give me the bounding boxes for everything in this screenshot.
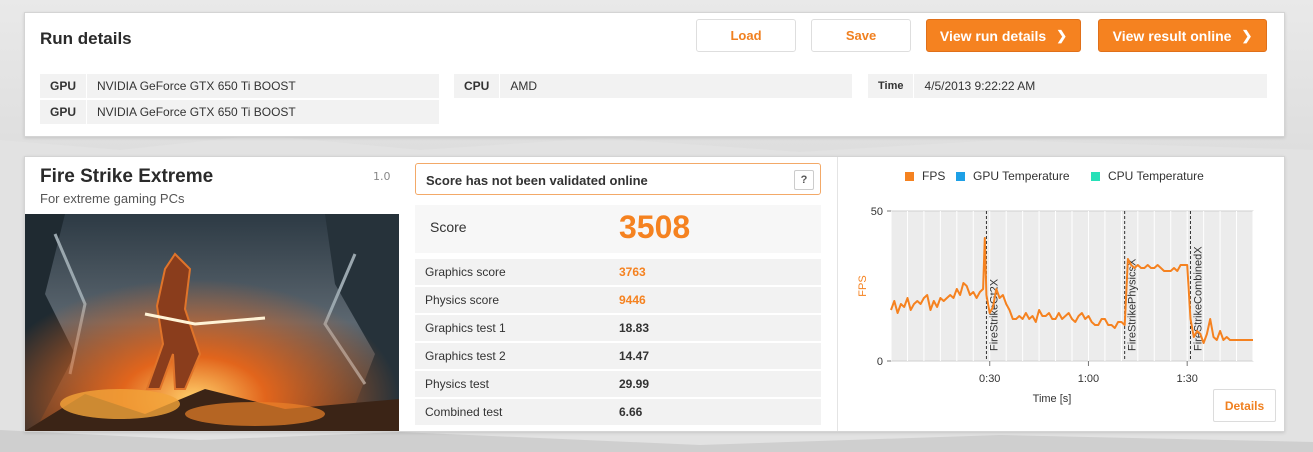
view-result-online-label: View result online <box>1112 27 1232 44</box>
y-tick-label: 50 <box>871 206 883 218</box>
gpu-label: GPU <box>40 100 88 124</box>
gpu-row: GPU NVIDIA GeForce GTX 650 Ti BOOST <box>40 100 439 124</box>
y-axis-label: FPS <box>857 275 869 296</box>
time-value: 4/5/2013 9:22:22 AM <box>924 79 1036 93</box>
y-tick-label: 0 <box>877 356 883 368</box>
x-tick-label: 1:30 <box>1176 373 1197 385</box>
cpu-value: AMD <box>510 79 538 93</box>
time-row: Time 4/5/2013 9:22:22 AM <box>868 74 1267 98</box>
phase-marker-label: FireStrikeGt2X <box>988 278 1000 351</box>
phase-marker-label: FireStrikePhysicsX <box>1127 258 1139 351</box>
time-label: Time <box>868 74 915 98</box>
run-details-panel: Run details Load Save View run details ❯… <box>24 12 1285 137</box>
gpu-label: GPU <box>40 74 88 98</box>
cpu-label: CPU <box>454 74 501 98</box>
gpu-value: NVIDIA GeForce GTX 650 Ti BOOST <box>97 79 296 93</box>
x-tick-label: 1:00 <box>1078 373 1099 385</box>
view-result-online-button[interactable]: View result online ❯ <box>1098 19 1267 52</box>
gpu-row: GPU NVIDIA GeForce GTX 650 Ti BOOST <box>40 74 439 98</box>
view-run-details-button[interactable]: View run details ❯ <box>926 19 1081 52</box>
run-details-title: Run details <box>40 29 132 48</box>
chevron-right-icon: ❯ <box>1056 27 1068 43</box>
chevron-right-icon: ❯ <box>1241 27 1253 43</box>
x-axis-label: Time [s] <box>1033 393 1072 405</box>
cpu-row: CPU AMD <box>454 74 852 98</box>
gpu-value: NVIDIA GeForce GTX 650 Ti BOOST <box>97 105 296 119</box>
details-button[interactable]: Details <box>1213 389 1276 422</box>
load-button[interactable]: Load <box>696 19 796 52</box>
view-run-details-label: View run details <box>939 27 1047 44</box>
test-result-panel: Fire Strike Extreme For extreme gaming P… <box>24 156 1285 432</box>
save-button[interactable]: Save <box>811 19 911 52</box>
x-tick-label: 0:30 <box>979 373 1000 385</box>
fps-chart-svg: 0 50 0:30 1:00 1:30 Time [s] FPS FireStrikeGt2X… <box>857 206 1254 405</box>
